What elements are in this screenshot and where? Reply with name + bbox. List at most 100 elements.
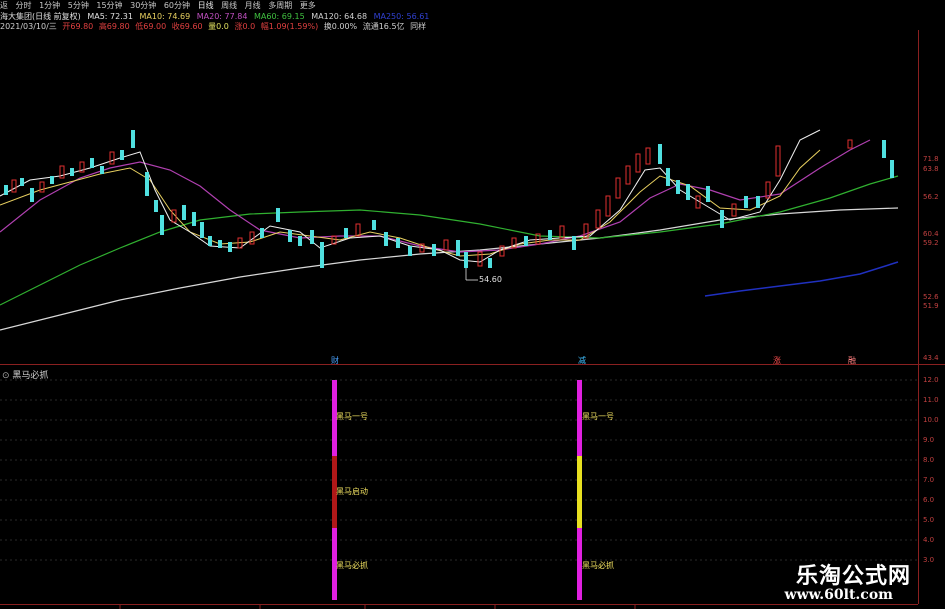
candle: [456, 240, 460, 256]
candle: [615, 177, 621, 199]
candle: [50, 176, 54, 184]
candle: [120, 150, 124, 160]
candle: [676, 180, 680, 194]
candle: [464, 252, 468, 268]
candle: [200, 222, 204, 238]
candle: [635, 153, 641, 173]
candle: [288, 230, 292, 242]
candle: [298, 236, 302, 246]
candle: [90, 158, 94, 168]
candle: [645, 147, 651, 165]
candle: [890, 160, 894, 178]
candle: [720, 210, 724, 228]
candle: [756, 196, 760, 208]
candle: [208, 236, 212, 246]
watermark-url: www.60lt.com: [784, 587, 893, 603]
candle: [775, 145, 781, 177]
candle: [882, 140, 886, 158]
candle: [131, 130, 135, 148]
candle: [488, 258, 492, 268]
ind-axis-tick: 6.0: [923, 496, 935, 504]
candle: [443, 239, 449, 251]
candle: [145, 172, 149, 196]
candle: [625, 165, 631, 185]
bar-mid-segment: [577, 456, 582, 528]
candle: [320, 242, 324, 268]
ind-axis-tick: 7.0: [923, 476, 935, 484]
candle: [355, 223, 361, 237]
candle: [228, 242, 232, 252]
bar1-top-label: 黑马一号: [336, 412, 368, 421]
price-tick: 51.9: [923, 302, 939, 310]
ind-axis-tick: 11.0: [923, 396, 939, 404]
event-marker-cai[interactable]: 财: [331, 355, 339, 366]
ma250-line: [704, 261, 899, 297]
watermark-title: 乐淘公式网: [795, 563, 911, 589]
candle: [39, 181, 45, 193]
event-marker-jian[interactable]: 减: [578, 355, 586, 366]
price-tick: 56.2: [923, 193, 939, 201]
bar1-mid-label: 黑马启动: [336, 487, 368, 496]
candle: [686, 184, 690, 200]
event-marker-rong[interactable]: 融: [848, 355, 856, 366]
candle: [396, 238, 400, 248]
indicator-title[interactable]: ⊙ 黑马必抓: [2, 368, 48, 381]
candle: [658, 144, 662, 164]
event-marker-zhang[interactable]: 涨: [773, 355, 781, 366]
candle: [218, 240, 222, 248]
candle: [372, 220, 376, 230]
indicator-grid: [0, 379, 918, 561]
ind-axis-tick: 3.0: [923, 556, 935, 564]
price-tick: 43.4: [923, 354, 939, 362]
candle: [30, 188, 34, 202]
candle: [344, 228, 348, 238]
candles: [4, 130, 894, 268]
candle: [70, 168, 74, 176]
candle: [432, 244, 436, 256]
candle: [11, 179, 17, 193]
candle: [572, 236, 576, 250]
candle: [524, 236, 528, 246]
candle: [160, 215, 164, 235]
candle: [4, 185, 8, 195]
ind-axis-tick: 4.0: [923, 536, 935, 544]
bar1-bottom-label: 黑马必抓: [336, 561, 368, 570]
ind-axis-tick: 10.0: [923, 416, 939, 424]
indicator-gear-icon[interactable]: ⊙: [2, 371, 10, 381]
candle: [731, 203, 737, 217]
price-tick: 60.4: [923, 230, 939, 238]
ma20-line: [0, 139, 871, 253]
price-tick: 63.8: [923, 165, 939, 173]
price-tick: 52.6: [923, 293, 939, 301]
candle: [109, 151, 115, 165]
candle: [310, 230, 314, 244]
low-price-label: 54.60: [479, 275, 502, 284]
candle: [595, 209, 601, 229]
price-tick: 71.8: [923, 155, 939, 163]
bar2-bottom-label: 黑马必抓: [582, 561, 614, 570]
candle: [548, 230, 552, 240]
candle: [605, 195, 611, 217]
ind-axis-tick: 9.0: [923, 436, 935, 444]
ind-axis-tick: 12.0: [923, 376, 939, 384]
indicator-name: 黑马必抓: [12, 371, 49, 381]
price-tick: 59.2: [923, 239, 939, 247]
candle: [260, 228, 264, 238]
candle: [744, 196, 748, 208]
candle: [706, 186, 710, 202]
ind-axis-tick: 8.0: [923, 456, 935, 464]
ma120-line: [0, 207, 899, 331]
kline-chart: [0, 30, 945, 609]
bar2-top-label: 黑马一号: [582, 412, 614, 421]
ind-axis-tick: 5.0: [923, 516, 935, 524]
candle: [20, 178, 24, 186]
candle: [100, 166, 104, 174]
candle: [384, 232, 388, 246]
candle: [666, 168, 670, 186]
ma60-line: [0, 175, 899, 306]
candle: [192, 212, 196, 226]
candle: [847, 139, 853, 149]
candle: [182, 205, 186, 220]
candle: [408, 246, 412, 256]
candle: [276, 208, 280, 222]
